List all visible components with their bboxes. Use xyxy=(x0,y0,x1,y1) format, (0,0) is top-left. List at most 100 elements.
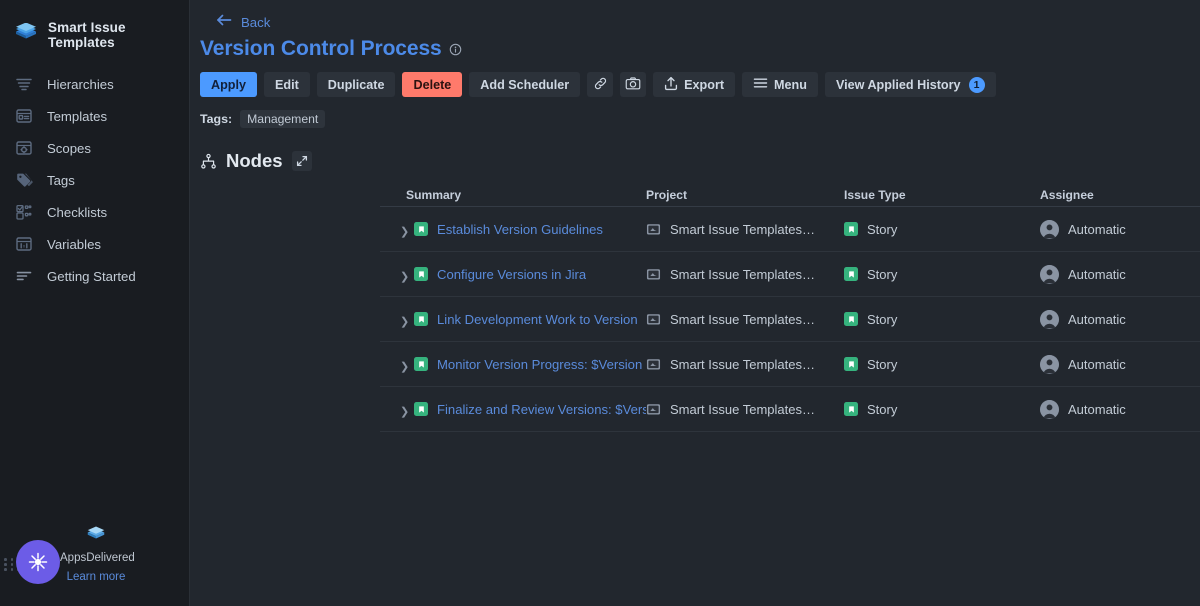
sidebar-item-hierarchies[interactable]: Hierarchies xyxy=(0,68,189,100)
sidebar-item-tags[interactable]: Tags xyxy=(0,164,189,196)
variables-icon: x xyxy=(14,234,34,254)
table-row[interactable]: ❯ Link Development Work to Version Smart… xyxy=(380,297,1200,342)
menu-button[interactable]: Menu xyxy=(742,72,818,97)
cell-assignee: Automatic xyxy=(1040,220,1200,239)
sidebar-item-label: Tags xyxy=(47,173,75,188)
sidebar-item-label: Checklists xyxy=(47,205,107,220)
expand-row-chevron-icon[interactable]: ❯ xyxy=(400,272,414,283)
expand-row-chevron-icon[interactable]: ❯ xyxy=(400,407,414,418)
sidebar-item-label: Getting Started xyxy=(47,269,136,284)
copy-link-button[interactable] xyxy=(587,72,613,97)
delete-button[interactable]: Delete xyxy=(402,72,462,97)
project-icon xyxy=(646,357,661,371)
issue-type-cell: Story xyxy=(844,402,897,417)
summary-link[interactable]: Finalize and Review Versions: $Version xyxy=(437,402,646,417)
assignee-name: Automatic xyxy=(1068,222,1126,237)
sidebar-item-label: Variables xyxy=(47,237,101,252)
appsdelivered-logo-icon xyxy=(60,526,132,548)
project-name: Smart Issue Templates… xyxy=(670,357,815,372)
expand-row-chevron-icon[interactable]: ❯ xyxy=(400,362,414,373)
sidebar-item-scopes[interactable]: Scopes xyxy=(0,132,189,164)
story-type-icon xyxy=(414,222,428,236)
cell-assignee: Automatic xyxy=(1040,355,1200,374)
avatar xyxy=(1040,265,1059,284)
cell-issue-type: Story xyxy=(844,222,1040,237)
assignee-name: Automatic xyxy=(1068,267,1126,282)
issue-type-cell: Story xyxy=(844,312,897,327)
assignee-name: Automatic xyxy=(1068,357,1126,372)
summary-link[interactable]: Monitor Version Progress: $Version xyxy=(437,357,642,372)
assignee-cell: Automatic xyxy=(1040,265,1126,284)
expand-row-chevron-icon[interactable]: ❯ xyxy=(400,317,414,328)
project-icon xyxy=(646,312,661,326)
sidebar-item-label: Templates xyxy=(47,109,107,124)
getting-started-icon xyxy=(14,266,34,286)
brand[interactable]: Smart Issue Templates xyxy=(0,0,189,50)
menu-label: Menu xyxy=(774,78,807,92)
upload-icon xyxy=(664,76,678,94)
view-applied-history-button[interactable]: View Applied History 1 xyxy=(825,72,996,97)
add-scheduler-button[interactable]: Add Scheduler xyxy=(469,72,580,97)
issue-type-cell: Story xyxy=(844,222,897,237)
cell-project: Smart Issue Templates… xyxy=(646,312,844,327)
table-row[interactable]: ❯ Monitor Version Progress: $Version Sma… xyxy=(380,342,1200,387)
link-icon xyxy=(593,76,608,94)
sidebar-item-variables[interactable]: x Variables xyxy=(0,228,189,260)
cell-issue-type: Story xyxy=(844,357,1040,372)
cell-issue-type: Story xyxy=(844,312,1040,327)
project-cell: Smart Issue Templates… xyxy=(646,312,815,327)
back-button[interactable]: Back xyxy=(190,0,270,32)
hierarchies-icon xyxy=(14,74,34,94)
cell-issue-type: Story xyxy=(844,402,1040,417)
promo-launcher-button[interactable] xyxy=(16,540,60,584)
screenshot-button[interactable] xyxy=(620,72,646,97)
summary-link[interactable]: Establish Version Guidelines xyxy=(437,222,603,237)
cell-summary: ❯ Monitor Version Progress: $Version xyxy=(380,356,646,373)
summary-link[interactable]: Link Development Work to Version xyxy=(437,312,638,327)
apply-button[interactable]: Apply xyxy=(200,72,257,97)
avatar xyxy=(1040,310,1059,329)
sidebar-item-checklists[interactable]: Checklists xyxy=(0,196,189,228)
assignee-cell: Automatic xyxy=(1040,310,1126,329)
table-row[interactable]: ❯ Finalize and Review Versions: $Version… xyxy=(380,387,1200,432)
sidebar-item-getting-started[interactable]: Getting Started xyxy=(0,260,189,292)
cell-summary: ❯ Link Development Work to Version xyxy=(380,311,646,328)
assignee-cell: Automatic xyxy=(1040,400,1126,419)
summary-link[interactable]: Configure Versions in Jira xyxy=(437,267,586,282)
promo-panel: AppsDelivered Learn more xyxy=(0,510,190,606)
tag-chip[interactable]: Management xyxy=(240,110,325,128)
project-icon xyxy=(646,402,661,416)
promo-content: AppsDelivered Learn more xyxy=(60,526,132,583)
sidebar-item-templates[interactable]: Templates xyxy=(0,100,189,132)
project-cell: Smart Issue Templates… xyxy=(646,357,815,372)
cell-summary: ❯ Configure Versions in Jira xyxy=(380,266,646,283)
cell-project: Smart Issue Templates… xyxy=(646,402,844,417)
promo-name: AppsDelivered xyxy=(60,552,132,564)
story-type-icon xyxy=(844,267,858,281)
history-count-badge: 1 xyxy=(969,77,985,93)
info-icon[interactable] xyxy=(449,43,462,56)
org-chart-icon xyxy=(200,153,217,170)
hamburger-icon xyxy=(753,77,768,92)
nodes-table: Summary Project Issue Type Assignee Excl… xyxy=(380,183,1200,432)
main-content: Back Version Control Process Apply Edit … xyxy=(190,0,1200,606)
export-button[interactable]: Export xyxy=(653,72,735,97)
column-header-issue-type: Issue Type xyxy=(844,188,1040,202)
expand-all-button[interactable] xyxy=(292,151,312,171)
promo-learn-more-link[interactable]: Learn more xyxy=(60,571,132,583)
project-name: Smart Issue Templates… xyxy=(670,222,815,237)
project-icon xyxy=(646,267,661,281)
story-type-icon xyxy=(414,312,428,326)
issue-type-cell: Story xyxy=(844,357,897,372)
assignee-name: Automatic xyxy=(1068,402,1126,417)
export-label: Export xyxy=(684,78,724,92)
story-type-icon xyxy=(414,357,428,371)
brand-name: Smart Issue Templates xyxy=(48,20,189,50)
assignee-cell: Automatic xyxy=(1040,355,1126,374)
edit-button[interactable]: Edit xyxy=(264,72,310,97)
expand-row-chevron-icon[interactable]: ❯ xyxy=(400,227,414,238)
table-row[interactable]: ❯ Establish Version Guidelines Smart Iss… xyxy=(380,207,1200,252)
table-row[interactable]: ❯ Configure Versions in Jira Smart Issue… xyxy=(380,252,1200,297)
history-label: View Applied History xyxy=(836,78,961,92)
duplicate-button[interactable]: Duplicate xyxy=(317,72,396,97)
